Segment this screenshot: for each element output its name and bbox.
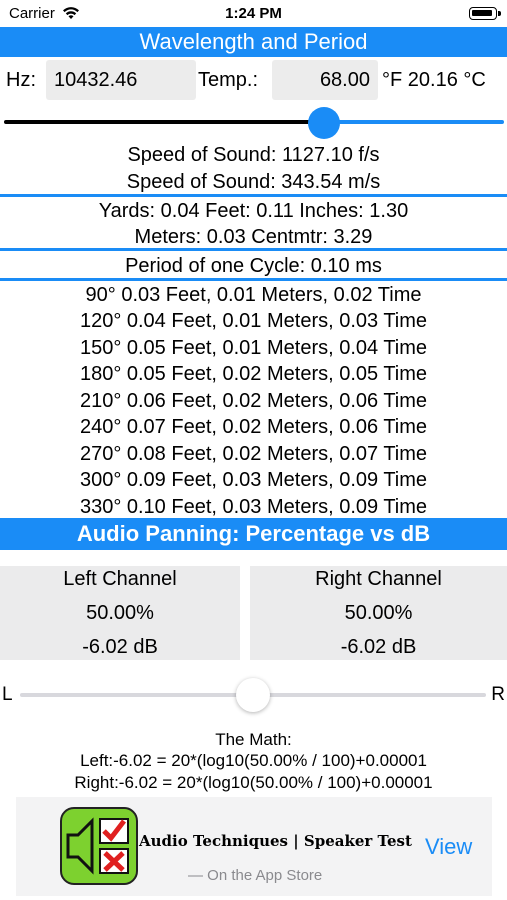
- math-right-formula: Right:-6.02 = 20*(log10(50.00% / 100)+0.…: [74, 773, 433, 792]
- math-title: The Math:: [215, 730, 292, 749]
- pan-right-label: R: [491, 684, 505, 705]
- right-channel-label: Right Channel: [315, 568, 442, 590]
- pan-left-label: L: [2, 684, 13, 705]
- left-channel-db: -6.02 dB: [82, 636, 158, 658]
- ad-title: Audio Techniques | Speaker Test: [139, 832, 412, 850]
- phase-row: 330° 0.10 Feet, 0.03 Meters, 0.09 Time: [79, 496, 428, 518]
- phase-row: 180° 0.05 Feet, 0.02 Meters, 0.05 Time: [79, 363, 428, 385]
- phase-row: 270° 0.08 Feet, 0.02 Meters, 0.07 Time: [79, 443, 428, 465]
- meters-centimeters: Meters: 0.03 Centmtr: 3.29: [134, 226, 373, 248]
- phase-row: 90° 0.03 Feet, 0.01 Meters, 0.02 Time: [85, 284, 422, 306]
- yards-feet-inches: Yards: 0.04 Feet: 0.11 Inches: 1.30: [98, 200, 409, 222]
- ad-banner[interactable]: Audio Techniques | Speaker Test — On the…: [16, 797, 492, 896]
- phase-row: 210° 0.06 Feet, 0.02 Meters, 0.06 Time: [79, 390, 428, 412]
- hz-label: Hz:: [6, 69, 36, 91]
- left-channel-panel: Left Channel 50.00% -6.02 dB: [0, 566, 240, 660]
- right-channel-percent: 50.00%: [344, 602, 413, 624]
- left-channel-percent: 50.00%: [86, 602, 154, 624]
- temp-label: Temp.:: [198, 69, 259, 91]
- ad-subtitle: — On the App Store: [188, 867, 323, 884]
- temperature-slider-thumb[interactable]: [308, 107, 340, 139]
- wavelength-header: Wavelength and Period: [0, 27, 507, 57]
- hz-input[interactable]: 10432.46: [46, 60, 196, 100]
- period-of-cycle: Period of one Cycle: 0.10 ms: [125, 255, 382, 277]
- temperature-slider[interactable]: [4, 107, 504, 139]
- clock: 1:24 PM: [225, 5, 282, 22]
- right-channel-panel: Right Channel 50.00% -6.02 dB: [250, 566, 507, 660]
- divider: [0, 194, 507, 197]
- divider: [0, 248, 507, 251]
- pan-slider-row: L R: [0, 675, 507, 715]
- slider-track-filled: [4, 120, 324, 124]
- phase-row: 150° 0.05 Feet, 0.01 Meters, 0.04 Time: [79, 337, 428, 359]
- pan-slider-thumb[interactable]: [236, 678, 270, 712]
- right-channel-db: -6.02 dB: [340, 636, 417, 658]
- input-row: Hz: 10432.46 Temp.: 68.00 °F 20.16 °C: [0, 60, 507, 100]
- phase-row: 300° 0.09 Feet, 0.03 Meters, 0.09 Time: [79, 469, 428, 491]
- slider-track-remaining: [324, 120, 504, 124]
- phase-row: 120° 0.04 Feet, 0.01 Meters, 0.03 Time: [79, 310, 428, 332]
- divider: [0, 278, 507, 281]
- audio-panning-header: Audio Panning: Percentage vs dB: [0, 518, 507, 550]
- temp-unit-label: °F 20.16 °C: [382, 69, 486, 91]
- speed-of-sound-fps: Speed of Sound: 1127.10 f/s: [127, 144, 380, 166]
- math-left-formula: Left:-6.02 = 20*(log10(50.00% / 100)+0.0…: [80, 751, 427, 770]
- left-channel-label: Left Channel: [63, 568, 177, 590]
- ad-view-button[interactable]: View: [425, 834, 472, 860]
- status-bar: Carrier 1:24 PM: [0, 0, 507, 26]
- battery-icon: [469, 7, 501, 20]
- phase-row: 240° 0.07 Feet, 0.02 Meters, 0.06 Time: [79, 416, 428, 438]
- temp-input[interactable]: 68.00: [272, 60, 378, 100]
- speaker-test-app-icon[interactable]: [60, 807, 138, 885]
- speed-of-sound-ms: Speed of Sound: 343.54 m/s: [126, 171, 381, 193]
